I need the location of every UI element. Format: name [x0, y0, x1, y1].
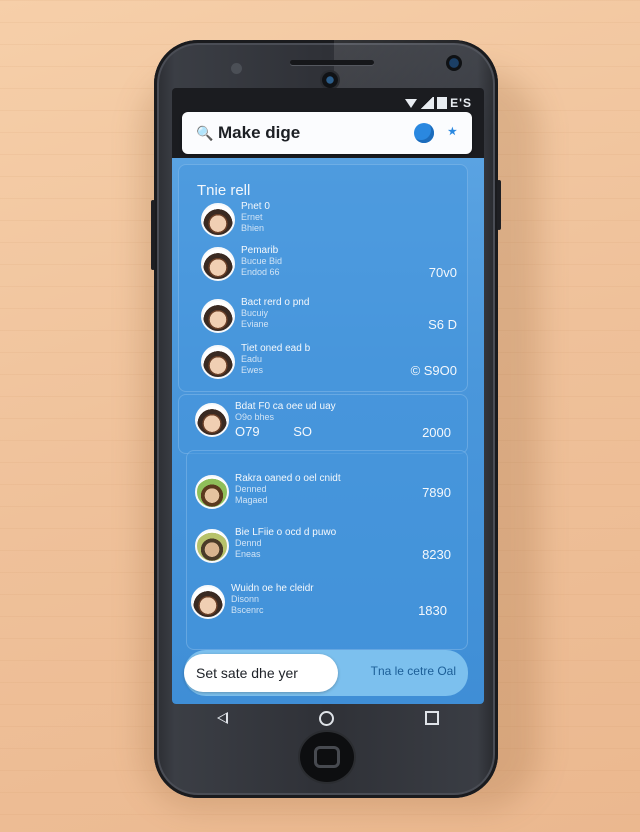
highlight-value: O79 — [235, 424, 260, 439]
list-item[interactable]: Pnet 0 Ernet Bhien — [201, 201, 471, 249]
signal-icon — [420, 97, 435, 109]
item-text: Pnet 0 Ernet Bhien — [241, 201, 270, 234]
highlight-card[interactable]: Bdat F0 ca oee ud uay O9o bhes O79 SO 20… — [178, 394, 468, 454]
item-text: Pemarib Bucue Bid Endod 66 — [241, 245, 282, 278]
item-amount: S6 D — [428, 317, 457, 332]
mic-icon[interactable]: ⋆ — [447, 121, 458, 142]
list-item[interactable]: Bact rerd o pnd Bucuiy Eviane S6 D — [201, 297, 471, 345]
secondary-action-link[interactable]: Tna le cetre Oal — [371, 664, 456, 678]
main-content: Tnie rell Pnet 0 Ernet Bhien Pemarib Buc… — [172, 158, 484, 704]
item-amount: 1830 — [418, 603, 447, 618]
item-line3: Eneas — [235, 549, 261, 559]
search-title: Make dige — [218, 123, 301, 142]
highlight-amount: 2000 — [422, 425, 451, 440]
home-nav-icon[interactable] — [318, 710, 334, 726]
item-line2: Dennd — [235, 538, 262, 548]
transactions-card: Tnie rell Pnet 0 Ernet Bhien Pemarib Buc… — [178, 164, 468, 392]
search-bar[interactable]: 🔍 Make dige ⋆ — [182, 112, 472, 154]
item-line3: Magaed — [235, 495, 268, 505]
item-text: Rakra oaned o oel cnidt Denned Magaed — [235, 473, 341, 506]
home-button[interactable] — [300, 732, 354, 782]
item-text: Wuidn oe he cleidr Disonn Bscenrc — [231, 583, 314, 616]
avatar — [201, 299, 235, 333]
home-button-icon — [314, 746, 340, 768]
item-line2: Eadu — [241, 354, 263, 364]
highlight-text: Bdat F0 ca oee ud uay O9o bhes O79 SO — [235, 401, 336, 439]
item-line2: Ernet — [241, 212, 263, 222]
battery-icon — [437, 97, 448, 109]
avatar — [201, 203, 235, 237]
item-line3: Eviane — [241, 319, 269, 329]
back-icon[interactable] — [217, 712, 229, 724]
avatar — [195, 529, 229, 563]
item-amount: 8230 — [422, 547, 451, 562]
avatar — [201, 345, 235, 379]
front-sensor — [231, 63, 242, 74]
item-line3: Ewes — [241, 365, 264, 375]
power-button — [497, 180, 501, 230]
list-title: Tnie rell — [197, 182, 251, 199]
volume-button — [151, 200, 155, 270]
item-line3: Bhien — [241, 223, 265, 233]
item-amount: 7890 — [422, 485, 451, 500]
item-name: Wuidn oe he cleidr — [231, 583, 314, 594]
highlight-mid: SO — [293, 424, 312, 439]
status-time: E'S — [450, 96, 472, 110]
item-name: Pnet 0 — [241, 201, 270, 212]
search-icon: 🔍 — [196, 125, 214, 141]
earpiece-speaker — [290, 60, 374, 65]
assistant-icon[interactable] — [414, 123, 434, 143]
item-name: Pemarib — [241, 245, 279, 256]
item-text: Tiet oned ead b Eadu Ewes — [241, 343, 310, 376]
status-bar: E'S — [405, 96, 472, 110]
secondary-list-card: Rakra oaned o oel cnidt Denned Magaed 78… — [186, 450, 468, 650]
highlight-line2: O9o bhes — [235, 412, 275, 422]
avatar — [201, 247, 235, 281]
item-name: Bact rerd o pnd — [241, 297, 310, 308]
wifi-icon — [405, 98, 418, 108]
item-name: Tiet oned ead b — [241, 343, 311, 354]
proximity-sensor — [446, 55, 462, 71]
recents-icon[interactable] — [424, 711, 439, 725]
item-line3: Bscenrc — [231, 605, 264, 615]
item-line2: Bucue Bid — [241, 256, 283, 266]
item-line2: Denned — [235, 484, 267, 494]
item-text: Bie LFiie o ocd d puwo Dennd Eneas — [235, 527, 336, 560]
list-item[interactable]: Tiet oned ead b Eadu Ewes © S9O0 — [201, 343, 471, 391]
item-line3: Endod 66 — [241, 267, 280, 277]
list-item[interactable]: Wuidn oe he cleidr Disonn Bscenrc 1830 — [191, 583, 461, 631]
item-name: Bie LFiie o ocd d puwo — [235, 527, 337, 538]
front-camera — [322, 72, 338, 88]
item-amount: 70v0 — [428, 265, 457, 280]
item-amount: © S9O0 — [410, 363, 457, 378]
avatar — [195, 403, 229, 437]
highlight-name: Bdat F0 ca oee ud uay — [235, 401, 336, 412]
item-line2: Disonn — [231, 594, 260, 604]
list-item[interactable]: Pemarib Bucue Bid Endod 66 70v0 — [201, 245, 471, 293]
item-line2: Bucuiy — [241, 308, 269, 318]
item-text: Bact rerd o pnd Bucuiy Eviane — [241, 297, 309, 330]
avatar — [191, 585, 225, 619]
system-nav-bar — [172, 704, 484, 732]
item-name: Rakra oaned o oel cnidt — [235, 473, 341, 484]
avatar — [195, 475, 229, 509]
phone-screen: E'S 🔍 Make dige ⋆ Tnie rell Pnet 0 Ernet… — [172, 88, 484, 704]
highlight-row[interactable]: Bdat F0 ca oee ud uay O9o bhes O79 SO 20… — [195, 401, 465, 449]
bottom-action-bar: Set sate dhe yer Tna le cetre Oal — [184, 650, 468, 696]
list-item[interactable]: Rakra oaned o oel cnidt Denned Magaed 78… — [195, 473, 465, 521]
primary-action-button[interactable]: Set sate dhe yer — [184, 654, 338, 692]
list-item[interactable]: Bie LFiie o ocd d puwo Dennd Eneas 8230 — [195, 527, 465, 575]
